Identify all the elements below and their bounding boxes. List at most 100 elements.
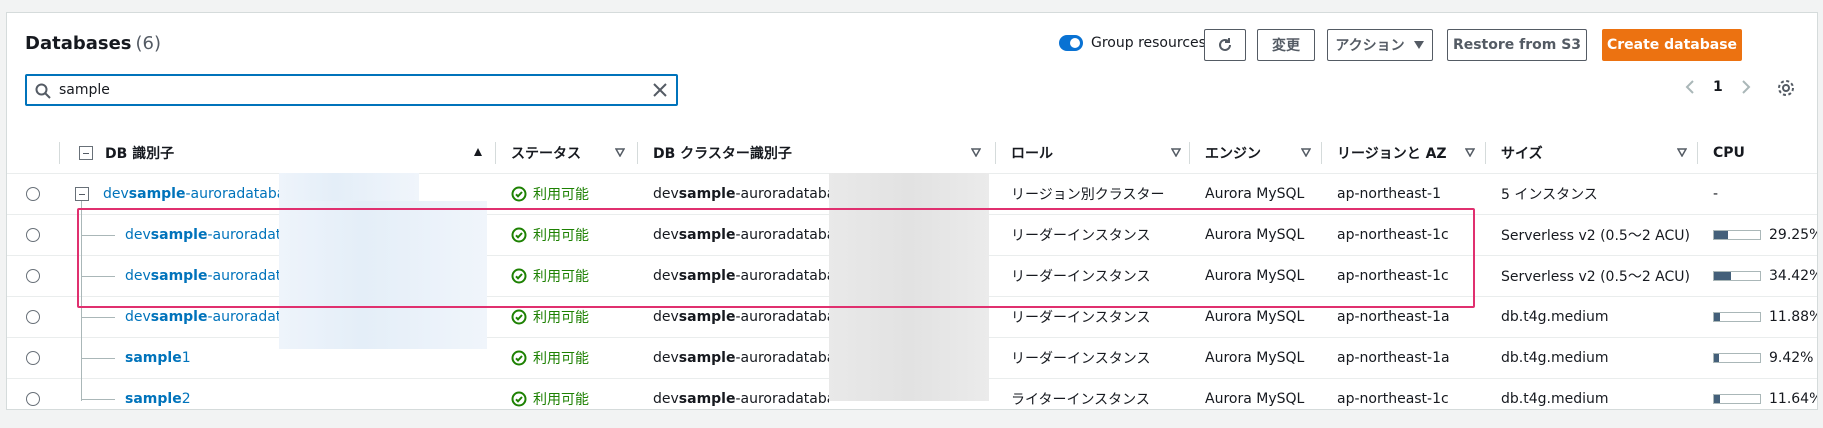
sort-icon [1171,148,1181,157]
refresh-button[interactable] [1204,29,1246,61]
role-text: リーダーインスタンス [1011,228,1151,244]
group-resources-toggle[interactable]: Group resources [1059,35,1206,51]
cluster-identifier-cell: devsample-auroradatabase [653,256,829,296]
column-label: ロール [1011,146,1053,162]
redacted-area [829,173,989,401]
cluster-prefix: dev [653,350,679,366]
engine-cell: Aurora MySQL [1205,215,1319,255]
region-text: ap-northeast-1c [1337,391,1449,407]
status-text: 利用可能 [533,228,589,244]
table-header: DB 識別子 ステータス DB クラスター識別子 ロール エンジン リージョンと… [7,132,1817,174]
cluster-match: sample [678,350,736,366]
tree-line [81,399,115,400]
id-prefix: dev [125,227,151,243]
size-cell: db.t4g.medium [1501,297,1695,337]
cpu-bar [1713,271,1761,281]
column-label: サイズ [1501,146,1543,162]
engine-text: Aurora MySQL [1205,268,1305,284]
page-number[interactable]: 1 [1713,79,1723,95]
column-role[interactable]: ロール [1011,132,1189,174]
title-text: Databases [25,33,132,54]
check-circle-icon [511,309,527,325]
settings-icon[interactable] [1777,79,1795,97]
region-cell: ap-northeast-1c [1337,256,1483,296]
engine-text: Aurora MySQL [1205,350,1305,366]
column-label: DB クラスター識別子 [653,146,792,162]
column-status[interactable]: ステータス [511,132,633,174]
role-text: ライターインスタンス [1011,392,1150,408]
cpu-cell: 11.88% [1713,297,1818,337]
role-cell: リージョン別クラスター [1011,174,1187,214]
cpu-bar-fill [1714,313,1720,321]
engine-text: Aurora MySQL [1205,186,1305,202]
cluster-prefix: dev [653,227,679,243]
modify-button[interactable]: 変更 [1257,29,1315,61]
role-cell: リーダーインスタンス [1011,338,1187,378]
tree-line [81,201,82,401]
status-cell: 利用可能 [511,338,631,378]
cluster-identifier-cell: devsample-auroradatabase [653,338,829,378]
modify-label: 変更 [1272,38,1300,54]
column-db-identifier[interactable]: DB 識別子 [79,132,491,174]
role-text: リーダーインスタンス [1011,310,1151,326]
db-identifier-link[interactable]: sample 2 [125,379,487,409]
cpu-text: 11.88% [1769,309,1818,325]
row-select-radio[interactable] [26,392,40,406]
restore-from-s3-button[interactable]: Restore from S3 [1447,29,1587,61]
engine-cell: Aurora MySQL [1205,297,1319,337]
row-select-radio[interactable] [26,228,40,242]
cpu-cell: 9.42% [1713,338,1817,378]
role-cell: リーダーインスタンス [1011,297,1187,337]
column-engine[interactable]: エンジン [1205,132,1319,174]
column-label: DB 識別子 [105,146,175,162]
region-text: ap-northeast-1 [1337,186,1442,202]
cpu-cell: 29.25% [1713,215,1817,255]
search-box[interactable] [25,74,678,106]
row-select-radio[interactable] [26,269,40,283]
size-text: db.t4g.medium [1501,309,1609,325]
collapse-icon[interactable] [75,187,89,201]
cluster-suffix: -auroradatabase [735,268,829,284]
cluster-match: sample [678,309,736,325]
status-cell: 利用可能 [511,297,631,337]
id-suffix: 2 [181,391,191,407]
cluster-prefix: dev [653,309,679,325]
status-cell: 利用可能 [511,215,631,255]
search-input[interactable] [59,79,639,101]
chevron-left-icon[interactable] [1685,79,1695,95]
chevron-right-icon[interactable] [1741,79,1751,95]
tree-line [81,358,115,359]
size-cell: db.t4g.medium [1501,338,1695,378]
collapse-all-icon[interactable] [79,146,93,160]
clear-icon[interactable] [652,82,668,98]
actions-button[interactable]: アクション [1327,29,1433,61]
pagination: 1 [1685,79,1751,95]
column-size[interactable]: サイズ [1501,132,1695,174]
tree-line [81,317,115,318]
region-cell: ap-northeast-1a [1337,338,1483,378]
create-database-button[interactable]: Create database [1602,29,1742,61]
role-text: リーダーインスタンス [1011,269,1151,285]
cluster-match: sample [678,268,736,284]
row-select-radio[interactable] [26,351,40,365]
cluster-prefix: dev [653,186,679,202]
actions-label: アクション [1335,38,1405,54]
column-cpu[interactable]: CPU [1713,132,1813,174]
cpu-cell: - [1713,174,1817,214]
row-select-radio[interactable] [26,187,40,201]
id-match: sample [150,227,208,243]
engine-cell: Aurora MySQL [1205,338,1319,378]
toggle-switch[interactable] [1059,35,1083,51]
sort-icon [1677,148,1687,157]
column-cluster-identifier[interactable]: DB クラスター識別子 [653,132,989,174]
cluster-identifier-cell: devsample-auroradatabase [653,297,829,337]
cpu-bar [1713,394,1761,404]
size-cell: db.t4g.medium [1501,379,1695,409]
cluster-match: sample [678,391,736,407]
engine-text: Aurora MySQL [1205,391,1305,407]
row-select-radio[interactable] [26,310,40,324]
cpu-bar-fill [1714,354,1719,362]
role-text: リージョン別クラスター [1011,187,1165,203]
databases-panel: Databases (6) Group resources 変更 アクション Re… [6,12,1818,410]
column-region-az[interactable]: リージョンと AZ [1337,132,1483,174]
